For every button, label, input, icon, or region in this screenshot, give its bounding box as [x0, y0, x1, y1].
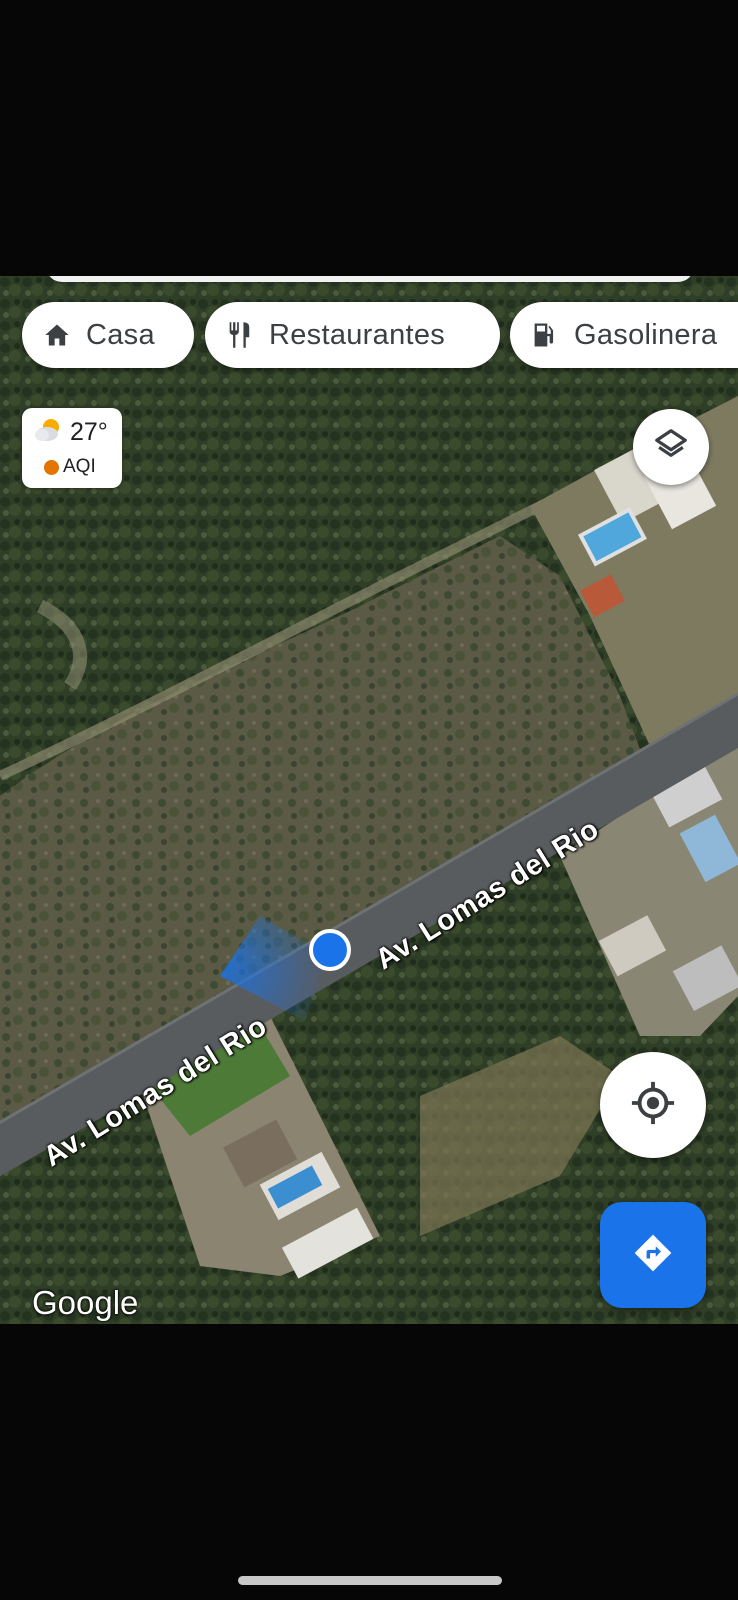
- chip-label: Casa: [86, 318, 155, 351]
- aqi-label: AQI: [63, 456, 96, 477]
- weather-widget[interactable]: 27° AQI: [22, 408, 122, 488]
- my-location-button[interactable]: [600, 1052, 706, 1158]
- home-indicator[interactable]: [238, 1576, 502, 1585]
- chip-label: Gasolinera: [574, 318, 718, 351]
- directions-button[interactable]: [600, 1202, 706, 1308]
- chip-label: Restaurantes: [269, 318, 446, 351]
- aqi-indicator-dot: [44, 459, 59, 475]
- shortcut-chip-restaurantes[interactable]: Restaurantes: [205, 302, 500, 368]
- my-location-icon: [630, 1080, 676, 1131]
- map-view[interactable]: Casa Restaurantes Gasolinera 27° AQI Av.…: [0, 276, 738, 1324]
- google-attribution: Google: [32, 1284, 139, 1321]
- restaurant-icon: [225, 320, 255, 350]
- current-location-dot: [309, 929, 351, 971]
- layers-button[interactable]: [633, 409, 709, 485]
- partly-cloudy-icon: [34, 417, 64, 448]
- shortcut-chip-gasolinera[interactable]: Gasolinera: [510, 302, 738, 368]
- home-icon: [42, 320, 72, 350]
- gas-station-icon: [530, 320, 560, 350]
- temperature: 27°: [70, 418, 108, 446]
- layers-icon: [652, 426, 690, 469]
- shortcut-chip-casa[interactable]: Casa: [22, 302, 194, 368]
- directions-icon: [631, 1231, 675, 1280]
- search-bar-edge[interactable]: [46, 276, 694, 282]
